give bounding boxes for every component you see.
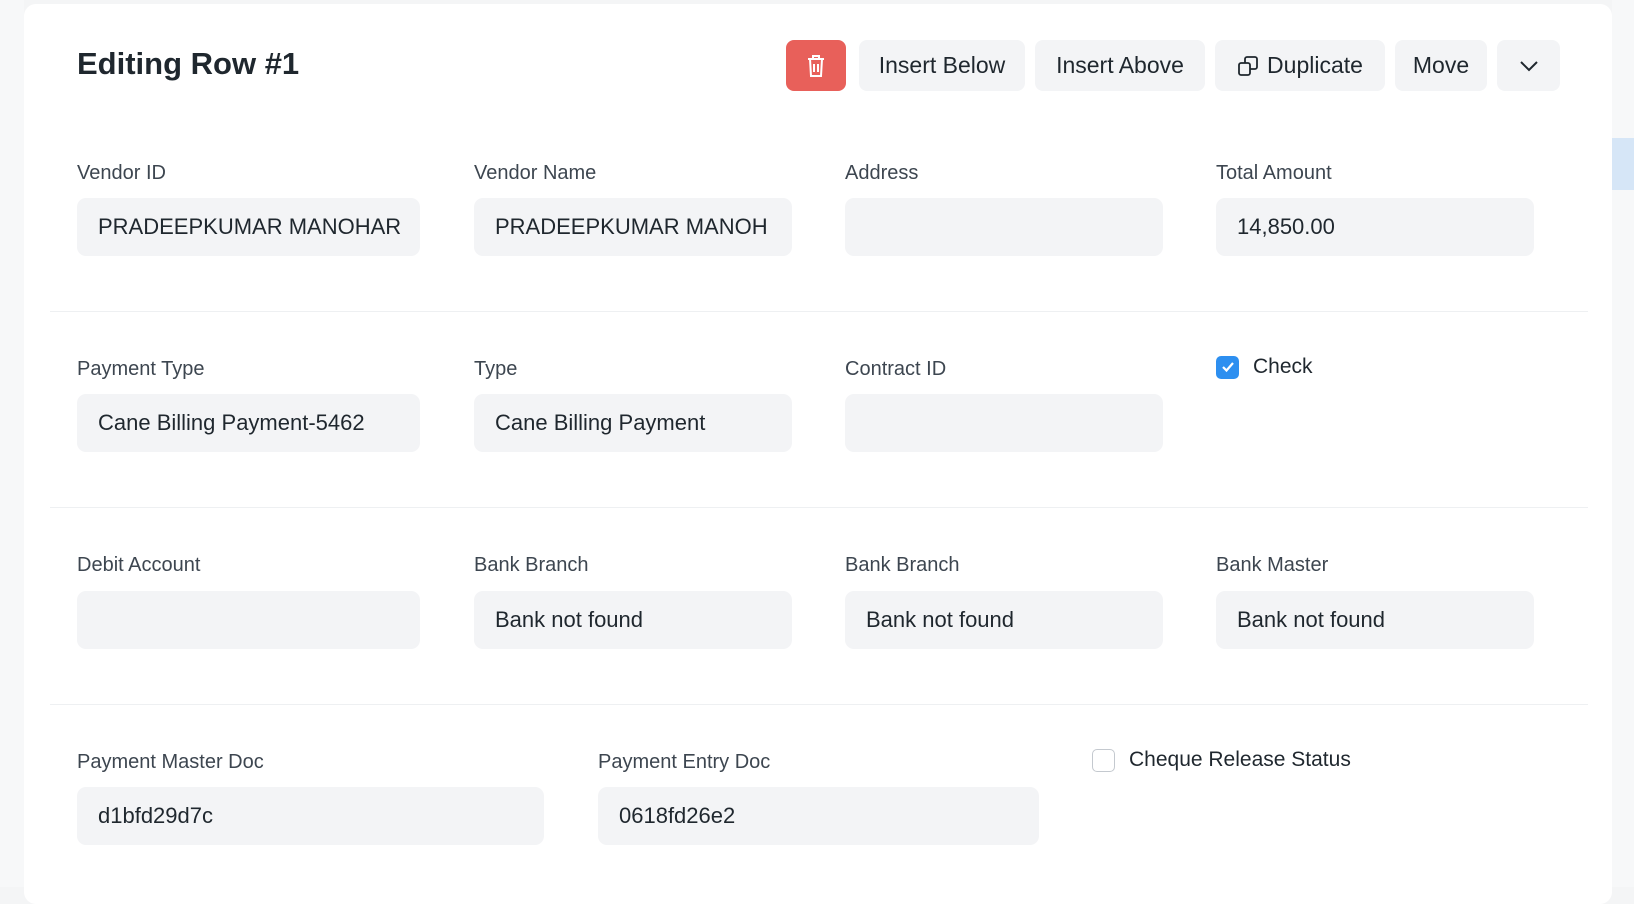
bank-branch-2-label: Bank Branch [845, 554, 960, 576]
move-button[interactable]: Move [1395, 40, 1487, 91]
debit-account-input[interactable] [77, 591, 420, 649]
background-button [1612, 138, 1634, 190]
duplicate-label: Duplicate [1267, 52, 1363, 78]
section-divider [50, 311, 1588, 312]
trash-icon [808, 54, 824, 77]
duplicate-icon [1238, 55, 1258, 76]
insert-above-button[interactable]: Insert Above [1035, 40, 1205, 91]
section-divider [50, 704, 1588, 705]
payment-master-doc-label: Payment Master Doc [77, 751, 264, 773]
section-divider [50, 507, 1588, 508]
contract-id-input[interactable] [845, 394, 1163, 452]
duplicate-button[interactable]: Duplicate [1215, 40, 1385, 91]
payment-type-input[interactable]: Cane Billing Payment-5462 [77, 394, 420, 452]
delete-row-button[interactable] [786, 40, 846, 91]
vendor-id-label: Vendor ID [77, 162, 166, 184]
payment-entry-doc-label: Payment Entry Doc [598, 751, 771, 773]
dialog-title: Editing Row #1 [77, 46, 300, 81]
debit-account-label: Debit Account [77, 554, 201, 576]
background-page-left [0, 0, 24, 887]
insert-below-button[interactable]: Insert Below [859, 40, 1025, 91]
payment-type-label: Payment Type [77, 358, 205, 380]
total-amount-input[interactable]: 14,850.00 [1216, 198, 1534, 256]
bank-master-input[interactable]: Bank not found [1216, 591, 1534, 649]
payment-master-doc-input[interactable]: d1bfd29d7c [77, 787, 544, 845]
bank-branch-input[interactable]: Bank not found [474, 591, 792, 649]
bank-branch-2-input[interactable]: Bank not found [845, 591, 1163, 649]
bank-branch-label: Bank Branch [474, 554, 589, 576]
address-label: Address [845, 162, 919, 184]
total-amount-label: Total Amount [1216, 162, 1332, 184]
vendor-id-input[interactable]: PRADEEPKUMAR MANOHAR [77, 198, 420, 256]
background-page-right [1612, 0, 1634, 887]
address-input[interactable] [845, 198, 1163, 256]
more-actions-button[interactable] [1497, 40, 1560, 91]
contract-id-label: Contract ID [845, 358, 947, 380]
check-label: Check [1253, 355, 1313, 378]
payment-entry-doc-input[interactable]: 0618fd26e2 [598, 787, 1039, 845]
vendor-name-input[interactable]: PRADEEPKUMAR MANOH [474, 198, 792, 256]
check-checkbox[interactable]: Check [1216, 355, 1313, 379]
vendor-name-label: Vendor Name [474, 162, 597, 184]
type-input[interactable]: Cane Billing Payment [474, 394, 792, 452]
type-label: Type [474, 358, 518, 380]
bank-master-label: Bank Master [1216, 554, 1329, 576]
cheque-release-status-checkbox[interactable]: Cheque Release Status [1092, 748, 1351, 772]
cheque-release-status-label: Cheque Release Status [1129, 748, 1351, 771]
chevron-down-icon [1519, 60, 1538, 71]
checkbox-unchecked-icon[interactable] [1092, 748, 1115, 772]
checkbox-checked-icon[interactable] [1216, 355, 1239, 379]
